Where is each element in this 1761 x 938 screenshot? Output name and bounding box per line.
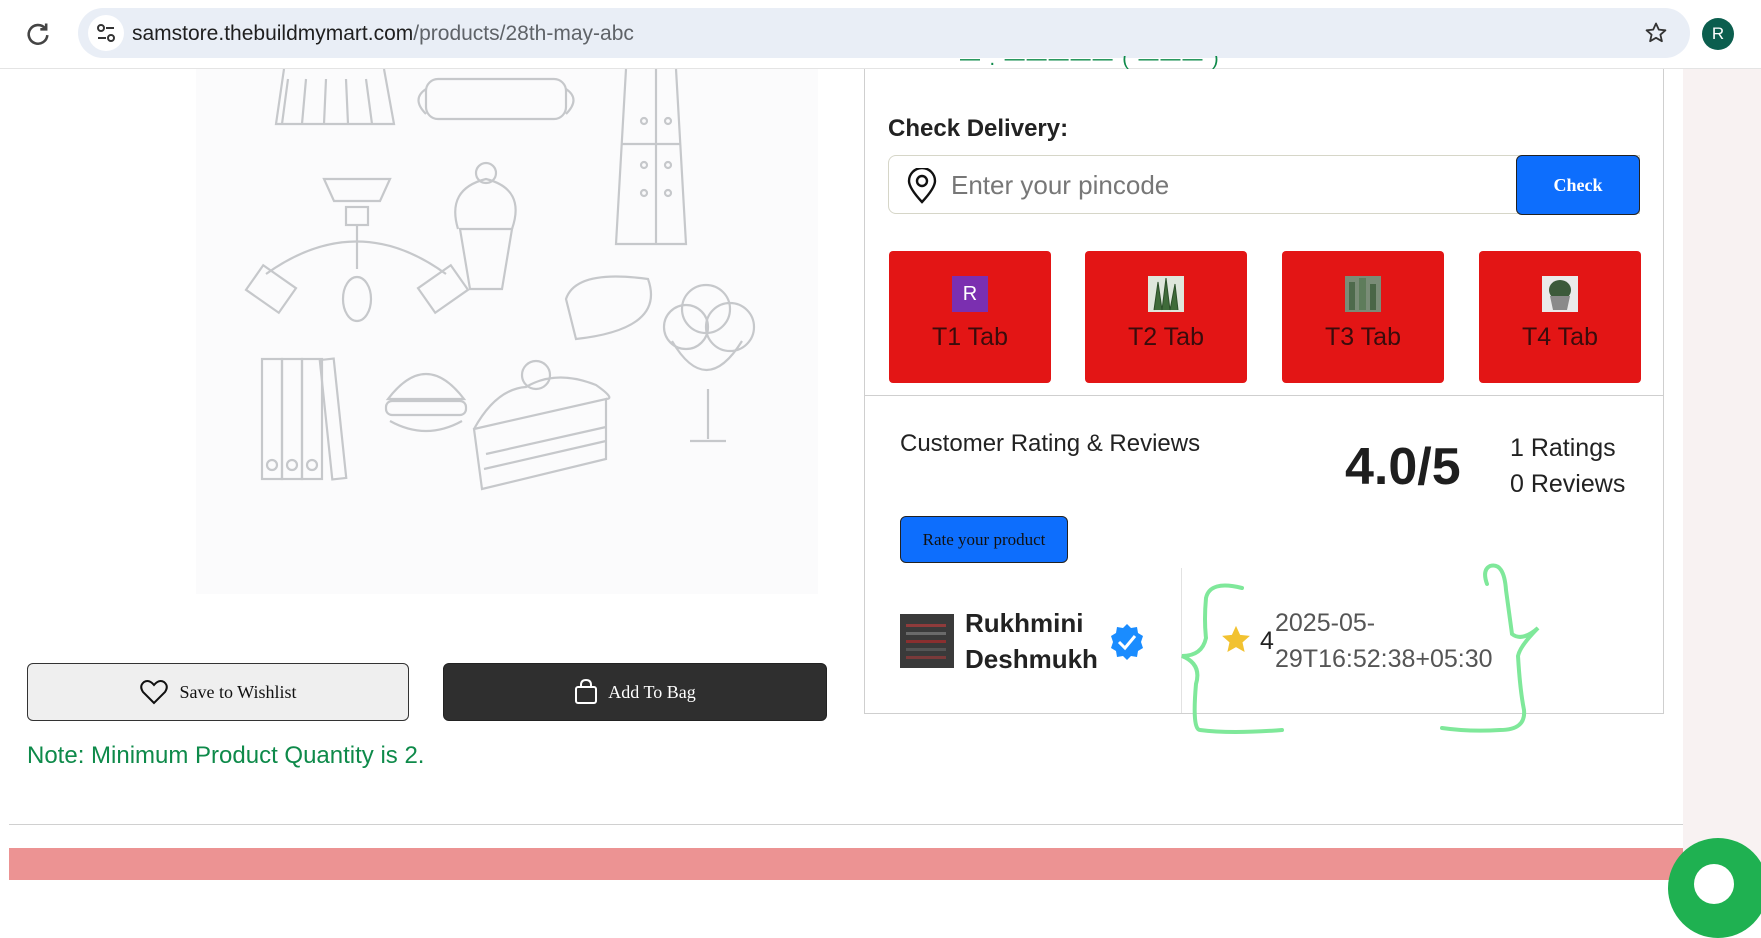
ratings-count: 1 Ratings — [1510, 434, 1616, 462]
wishlist-label: Save to Wishlist — [179, 681, 297, 702]
heart-icon — [139, 680, 168, 705]
footer-band — [9, 848, 1683, 880]
tab-t1[interactable]: R T1 Tab — [889, 251, 1051, 383]
bookmark-star-icon[interactable] — [1644, 21, 1668, 45]
url-path: /products/28th-may-abc — [413, 22, 634, 45]
tab-t2-thumb — [1148, 276, 1184, 312]
chat-button[interactable] — [1668, 838, 1761, 938]
url-host: samstore.thebuildmymart.com — [132, 22, 414, 45]
browser-toolbar: samstore.thebuildmymart.com/products/28t… — [0, 0, 1761, 69]
shopping-bag-icon — [575, 679, 598, 704]
add-to-bag-button[interactable]: Add To Bag — [443, 663, 827, 721]
reload-icon[interactable] — [24, 20, 52, 48]
min-quantity-note: Note: Minimum Product Quantity is 2. — [27, 742, 425, 769]
reviewer-avatar — [900, 614, 954, 668]
pincode-input[interactable] — [949, 164, 1513, 206]
panel-separator — [864, 395, 1664, 396]
location-pin-icon — [907, 168, 937, 204]
tab-t4-label: T4 Tab — [1522, 323, 1598, 351]
reviews-count: 0 Reviews — [1510, 470, 1626, 498]
site-settings-icon[interactable] — [88, 15, 124, 51]
verified-badge-icon — [1111, 624, 1143, 660]
tab-t2[interactable]: T2 Tab — [1085, 251, 1247, 383]
save-to-wishlist-button[interactable]: Save to Wishlist — [27, 663, 409, 721]
tab-t2-label: T2 Tab — [1128, 323, 1204, 351]
check-button[interactable]: Check — [1516, 155, 1640, 215]
average-rating: 4.0/5 — [1345, 438, 1461, 496]
product-illustration — [244, 68, 756, 491]
reviewer-name-line1: Rukhmini — [965, 608, 1084, 638]
tab-t3[interactable]: T3 Tab — [1282, 251, 1444, 383]
url-text[interactable]: samstore.thebuildmymart.com/products/28t… — [132, 22, 634, 46]
annotation-brackets — [1181, 563, 1540, 734]
check-delivery-title: Check Delivery: — [888, 115, 1069, 142]
reviews-title: Customer Rating & Reviews — [900, 430, 1201, 457]
rate-product-button[interactable]: Rate your product — [900, 516, 1068, 563]
profile-avatar[interactable]: R — [1702, 18, 1734, 50]
section-divider — [9, 824, 1683, 825]
tab-t3-label: T3 Tab — [1325, 323, 1401, 351]
page-gutter — [1683, 69, 1761, 880]
tab-t4-thumb — [1542, 276, 1578, 312]
tab-t1-thumb: R — [952, 276, 988, 312]
reviewer-name: Rukhmini Deshmukh — [965, 605, 1098, 677]
clipped-price-text: — . ————— ( ——— ) — [960, 56, 1221, 70]
product-image — [196, 68, 818, 594]
tab-t1-label: T1 Tab — [932, 323, 1008, 351]
add-to-bag-label: Add To Bag — [608, 681, 696, 702]
tab-t3-thumb — [1345, 276, 1381, 312]
tab-t4[interactable]: T4 Tab — [1479, 251, 1641, 383]
address-bar[interactable]: samstore.thebuildmymart.com/products/28t… — [78, 8, 1690, 58]
reviewer-name-line2: Deshmukh — [965, 644, 1098, 674]
